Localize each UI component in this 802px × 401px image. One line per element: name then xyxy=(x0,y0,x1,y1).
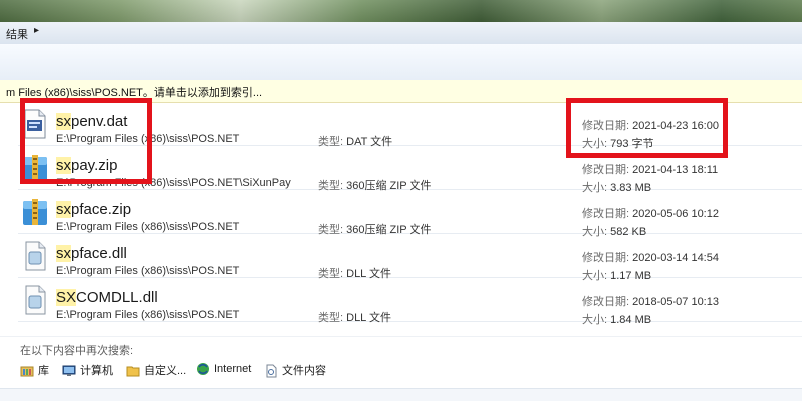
toolbar xyxy=(0,44,802,81)
file-name[interactable]: sxpface.zip xyxy=(56,201,131,218)
file-path: E:\Program Files (x86)\siss\POS.NET xyxy=(56,221,240,233)
internet-icon xyxy=(197,363,209,375)
file-content-icon xyxy=(266,364,277,378)
search-link-library[interactable]: 库 xyxy=(20,362,49,380)
annotation-box-details xyxy=(566,98,728,158)
file-path: E:\Program Files (x86)\siss\POS.NET xyxy=(56,309,240,321)
file-name[interactable]: SXCOMDLL.dll xyxy=(56,289,158,306)
file-name[interactable]: sxpface.dll xyxy=(56,245,127,262)
computer-icon xyxy=(62,365,76,377)
search-link-computer[interactable]: 计算机 xyxy=(62,362,113,380)
search-again-label: 在以下内容中再次搜索: xyxy=(20,345,134,357)
result-row[interactable]: sxpface.zip E:\Program Files (x86)\siss\… xyxy=(18,191,802,238)
file-modified-date: 修改日期: 2021-04-13 18:11 xyxy=(582,164,719,176)
file-modified-date: 修改日期: 2020-03-14 14:54 xyxy=(582,252,719,264)
breadcrumb-label[interactable]: 结果 xyxy=(6,26,28,42)
search-link-file-content[interactable]: 文件内容 xyxy=(264,362,326,380)
result-row[interactable]: SXCOMDLL.dll E:\Program Files (x86)\siss… xyxy=(18,279,802,326)
address-bar[interactable]: 结果 ▸ xyxy=(0,22,802,45)
search-link-internet[interactable]: Internet xyxy=(196,362,251,380)
library-icon xyxy=(20,366,34,377)
file-modified-date: 修改日期: 2018-05-07 10:13 xyxy=(582,296,719,308)
divider xyxy=(0,336,802,337)
dll-file-icon xyxy=(25,241,46,271)
window-bottom-edge xyxy=(0,388,802,401)
result-row[interactable]: sxpface.dll E:\Program Files (x86)\siss\… xyxy=(18,235,802,282)
zip-file-icon xyxy=(23,199,47,225)
breadcrumb-arrow-icon[interactable]: ▸ xyxy=(34,25,39,36)
desktop-background-strip xyxy=(0,0,802,24)
file-modified-date: 修改日期: 2020-05-06 10:12 xyxy=(582,208,719,220)
search-link-custom[interactable]: 自定义... xyxy=(126,362,186,380)
file-path: E:\Program Files (x86)\siss\POS.NET xyxy=(56,265,240,277)
dll-file-icon xyxy=(25,285,46,315)
custom-folder-icon xyxy=(126,366,140,377)
file-size: 大小: 1.84 MB xyxy=(582,314,652,326)
file-type: 类型: DLL 文件 xyxy=(318,312,391,324)
annotation-box-filename xyxy=(20,98,152,184)
